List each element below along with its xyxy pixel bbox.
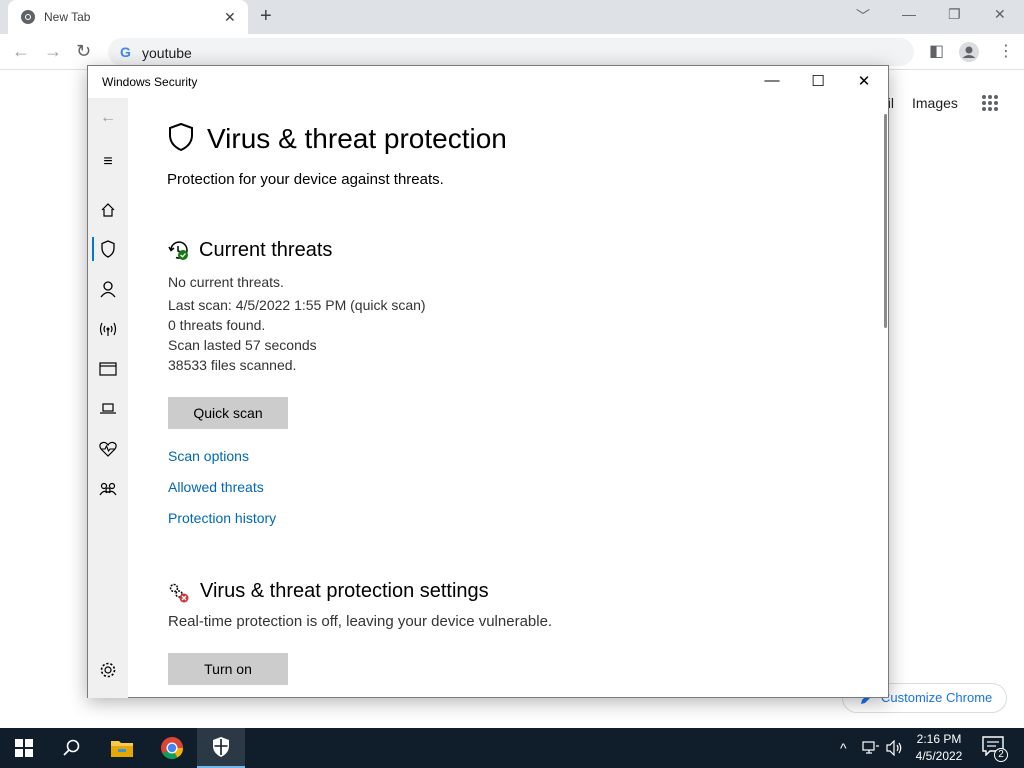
customize-chrome-label: Customize Chrome: [881, 690, 993, 705]
ws-titlebar[interactable]: Windows Security — ☐ ✕: [88, 66, 888, 98]
ws-content: Virus & threat protection Protection for…: [128, 98, 884, 698]
network-icon[interactable]: [862, 740, 880, 756]
chrome-menu-icon[interactable]: ⋮: [998, 41, 1014, 61]
notification-badge: 2: [994, 748, 1008, 762]
google-icon: G: [120, 44, 131, 60]
new-tab-button[interactable]: +: [260, 5, 272, 28]
side-panel-icon[interactable]: ◧: [929, 41, 944, 61]
windows-start-icon[interactable]: [0, 728, 48, 768]
tab-strip: New Tab ✕ + ﹀ — ❐ ✕: [0, 0, 1024, 34]
ws-sidebar: ← ≡: [88, 98, 128, 698]
ws-window-title: Windows Security: [102, 75, 198, 89]
shield-title-icon: [169, 122, 193, 152]
forward-icon[interactable]: →: [44, 41, 62, 62]
show-hidden-icons-icon[interactable]: ^: [840, 740, 847, 756]
back-arrow-icon[interactable]: ←: [88, 102, 128, 134]
clock-time: 2:16 PM: [916, 732, 962, 746]
threats-found-text: 0 threats found.: [168, 317, 266, 333]
family-icon[interactable]: [88, 473, 128, 505]
search-icon[interactable]: [48, 728, 96, 768]
protection-history-link[interactable]: Protection history: [168, 510, 276, 526]
quick-scan-button[interactable]: Quick scan: [168, 397, 288, 429]
taskbar: ^ 2:16 PM 4/5/2022 2: [0, 728, 1024, 768]
ws-close-icon[interactable]: ✕: [841, 72, 887, 90]
hamburger-menu-icon[interactable]: ≡: [88, 146, 128, 178]
heart-icon[interactable]: [88, 433, 128, 465]
clock-date: 4/5/2022: [915, 749, 963, 763]
images-link[interactable]: Images: [912, 95, 958, 111]
chrome-favicon-icon: [21, 10, 35, 24]
person-icon[interactable]: [88, 273, 128, 305]
threat-status-text: No current threats.: [168, 274, 284, 290]
realtime-off-text: Real-time protection is off, leaving you…: [168, 613, 553, 630]
protection-settings-heading: Virus & threat protection settings: [200, 580, 489, 602]
turn-on-button[interactable]: Turn on: [168, 653, 288, 685]
taskbar-clock[interactable]: 2:16 PM 4/5/2022: [906, 731, 972, 765]
close-icon[interactable]: ✕: [994, 6, 1006, 23]
restore-icon[interactable]: ❐: [948, 6, 961, 23]
profile-avatar-icon[interactable]: [959, 42, 979, 62]
back-icon[interactable]: ←: [12, 41, 30, 62]
clock-refresh-check-icon: [168, 241, 188, 260]
app-browser-icon[interactable]: [88, 353, 128, 385]
windows-security-icon[interactable]: [197, 728, 245, 768]
home-icon[interactable]: [88, 194, 128, 226]
settings-gear-icon[interactable]: [88, 654, 128, 686]
minimize-icon[interactable]: —: [902, 6, 916, 22]
ws-minimize-icon[interactable]: —: [749, 72, 795, 89]
laptop-icon[interactable]: [88, 393, 128, 425]
file-explorer-icon[interactable]: [98, 728, 146, 768]
volume-icon[interactable]: [886, 740, 904, 756]
tab-title: New Tab: [44, 10, 91, 24]
address-bar[interactable]: G youtube: [108, 38, 914, 66]
tab-close-icon[interactable]: ✕: [224, 9, 236, 26]
current-threats-heading: Current threats: [199, 239, 333, 261]
wireless-icon[interactable]: [88, 313, 128, 345]
ws-maximize-icon[interactable]: ☐: [795, 72, 841, 90]
windows-security-window: Windows Security — ☐ ✕ ← ≡ Virus & threa…: [87, 65, 889, 698]
google-apps-icon[interactable]: [982, 95, 998, 111]
page-title: Virus & threat protection: [207, 123, 507, 154]
scan-duration-text: Scan lasted 57 seconds: [168, 337, 317, 353]
settings-warning-icon: [169, 583, 189, 603]
last-scan-text: Last scan: 4/5/2022 1:55 PM (quick scan): [168, 297, 426, 313]
scrollbar[interactable]: [884, 114, 887, 328]
page-subtitle: Protection for your device against threa…: [167, 171, 444, 188]
tab-search-icon[interactable]: ﹀: [856, 6, 870, 26]
shield-icon[interactable]: [88, 233, 128, 265]
reload-icon[interactable]: ↻: [76, 41, 91, 62]
scan-options-link[interactable]: Scan options: [168, 448, 249, 464]
action-center-icon[interactable]: 2: [982, 736, 1008, 762]
chrome-icon[interactable]: [148, 728, 196, 768]
files-scanned-text: 38533 files scanned.: [168, 357, 297, 373]
address-input[interactable]: youtube: [142, 45, 192, 61]
allowed-threats-link[interactable]: Allowed threats: [168, 479, 264, 495]
tab-new-tab[interactable]: New Tab ✕: [8, 0, 248, 34]
